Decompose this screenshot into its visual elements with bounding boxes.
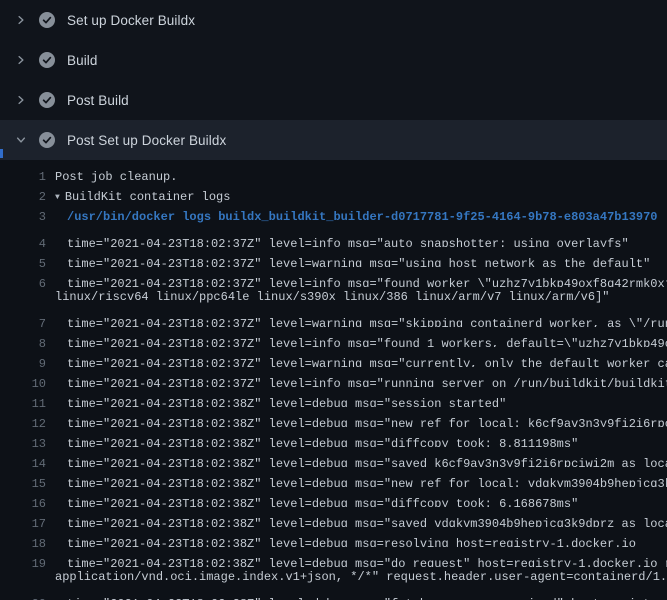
log-line-number[interactable]: 2 [0,187,46,207]
log-line-text: time="2021-04-23T18:02:38Z" level=debug … [67,594,667,600]
log-line: 4 time="2021-04-23T18:02:37Z" level=info… [0,227,667,247]
log-area: 1 Post job cleanup. 2 ▼BuildKit containe… [0,160,667,600]
chevron-right-icon [15,54,27,66]
chevron-down-icon [15,134,27,146]
actions-log-viewer: Set up Docker Buildx Build Post Buil [0,0,667,600]
log-line-number[interactable]: 12 [0,414,46,427]
log-line: 8 time="2021-04-23T18:02:37Z" level=info… [0,327,667,347]
log-line: 16 time="2021-04-23T18:02:38Z" level=deb… [0,487,667,507]
log-line-number[interactable]: 16 [0,494,46,507]
log-line: 10 time="2021-04-23T18:02:37Z" level=inf… [0,367,667,387]
log-line-number[interactable]: 11 [0,394,46,407]
log-line-text: application/vnd.oci.image.index.v1+json,… [55,567,667,587]
log-line-text: time="2021-04-23T18:02:37Z" level=warnin… [67,354,667,367]
log-line-text: time="2021-04-23T18:02:37Z" level=warnin… [67,254,650,267]
active-step-indicator [0,149,3,158]
log-line-number[interactable]: 17 [0,514,46,527]
log-line-text: time="2021-04-23T18:02:38Z" level=debug … [67,474,667,487]
log-line-text: time="2021-04-23T18:02:38Z" level=debug … [67,554,667,567]
log-line: 5 time="2021-04-23T18:02:37Z" level=warn… [0,247,667,267]
log-line-text: time="2021-04-23T18:02:37Z" level=warnin… [67,314,667,327]
log-line: 20 time="2021-04-23T18:02:38Z" level=deb… [0,587,667,600]
step-header-1[interactable]: Set up Docker Buildx [0,0,667,40]
log-line-number [0,567,46,587]
log-line: 3 /usr/bin/docker logs buildx_buildkit_b… [0,207,667,227]
log-line: 13 time="2021-04-23T18:02:38Z" level=deb… [0,427,667,447]
log-line: 17 time="2021-04-23T18:02:38Z" level=deb… [0,507,667,527]
step-label: Set up Docker Buildx [67,13,195,28]
log-group-toggle[interactable]: ▼BuildKit container logs [55,187,230,207]
log-line-text: linux/riscv64 linux/ppc64le linux/s390x … [55,287,610,307]
check-circle-icon [39,12,55,28]
log-line-number[interactable]: 9 [0,354,46,367]
log-line-text: time="2021-04-23T18:02:38Z" level=debug … [67,494,578,507]
log-line: application/vnd.oci.image.index.v1+json,… [0,567,667,587]
log-line-text: /usr/bin/docker logs buildx_buildkit_bui… [67,207,658,227]
step-label: Post Build [67,93,129,108]
step-header-3[interactable]: Post Build [0,80,667,120]
log-line: 15 time="2021-04-23T18:02:38Z" level=deb… [0,467,667,487]
log-line: 12 time="2021-04-23T18:02:38Z" level=deb… [0,407,667,427]
log-line-text: time="2021-04-23T18:02:37Z" level=info m… [67,374,667,387]
log-line-text: time="2021-04-23T18:02:38Z" level=debug … [67,414,667,427]
log-line-number[interactable]: 6 [0,274,46,287]
check-circle-icon [39,132,55,148]
step-label: Post Set up Docker Buildx [67,133,226,148]
log-line: 2 ▼BuildKit container logs [0,187,667,207]
log-line-number[interactable]: 19 [0,554,46,567]
log-line: 14 time="2021-04-23T18:02:38Z" level=deb… [0,447,667,467]
log-line: 11 time="2021-04-23T18:02:38Z" level=deb… [0,387,667,407]
log-line-number[interactable]: 7 [0,314,46,327]
log-line-number[interactable]: 20 [0,594,46,600]
log-line: 1 Post job cleanup. [0,167,667,187]
log-line-number[interactable]: 13 [0,434,46,447]
log-line-text: time="2021-04-23T18:02:38Z" level=debug … [67,514,667,527]
log-line: linux/riscv64 linux/ppc64le linux/s390x … [0,287,667,307]
group-expanded-triangle-icon: ▼ [55,188,60,207]
log-line-number[interactable]: 8 [0,334,46,347]
log-line-text: time="2021-04-23T18:02:38Z" level=debug … [67,434,578,447]
log-line-text: time="2021-04-23T18:02:38Z" level=debug … [67,394,506,407]
log-line: 7 time="2021-04-23T18:02:37Z" level=warn… [0,307,667,327]
step-header-4[interactable]: Post Set up Docker Buildx [0,120,667,160]
log-line-number[interactable]: 1 [0,167,46,187]
check-circle-icon [39,52,55,68]
step-label: Build [67,53,98,68]
log-line-text: time="2021-04-23T18:02:38Z" level=debug … [67,454,667,467]
log-line-number[interactable]: 14 [0,454,46,467]
log-line-number [0,287,46,307]
log-line-number[interactable]: 4 [0,234,46,247]
log-line: 19 time="2021-04-23T18:02:38Z" level=deb… [0,547,667,567]
check-circle-icon [39,92,55,108]
chevron-right-icon [15,94,27,106]
log-line: 9 time="2021-04-23T18:02:37Z" level=warn… [0,347,667,367]
log-line-text: time="2021-04-23T18:02:38Z" level=debug … [67,534,636,547]
log-line-number[interactable]: 15 [0,474,46,487]
log-line-text: time="2021-04-23T18:02:37Z" level=info m… [67,274,667,287]
log-line-text: time="2021-04-23T18:02:37Z" level=info m… [67,234,629,247]
log-line-text: Post job cleanup. [55,167,177,187]
log-line: 18 time="2021-04-23T18:02:38Z" level=deb… [0,527,667,547]
log-line: 6 time="2021-04-23T18:02:37Z" level=info… [0,267,667,287]
step-header-2[interactable]: Build [0,40,667,80]
log-line-number[interactable]: 18 [0,534,46,547]
chevron-right-icon [15,14,27,26]
log-line-number[interactable]: 5 [0,254,46,267]
steps-list: Set up Docker Buildx Build Post Buil [0,0,667,160]
log-line-text: time="2021-04-23T18:02:37Z" level=info m… [67,334,667,347]
log-line-number[interactable]: 3 [0,207,46,227]
log-line-number[interactable]: 10 [0,374,46,387]
